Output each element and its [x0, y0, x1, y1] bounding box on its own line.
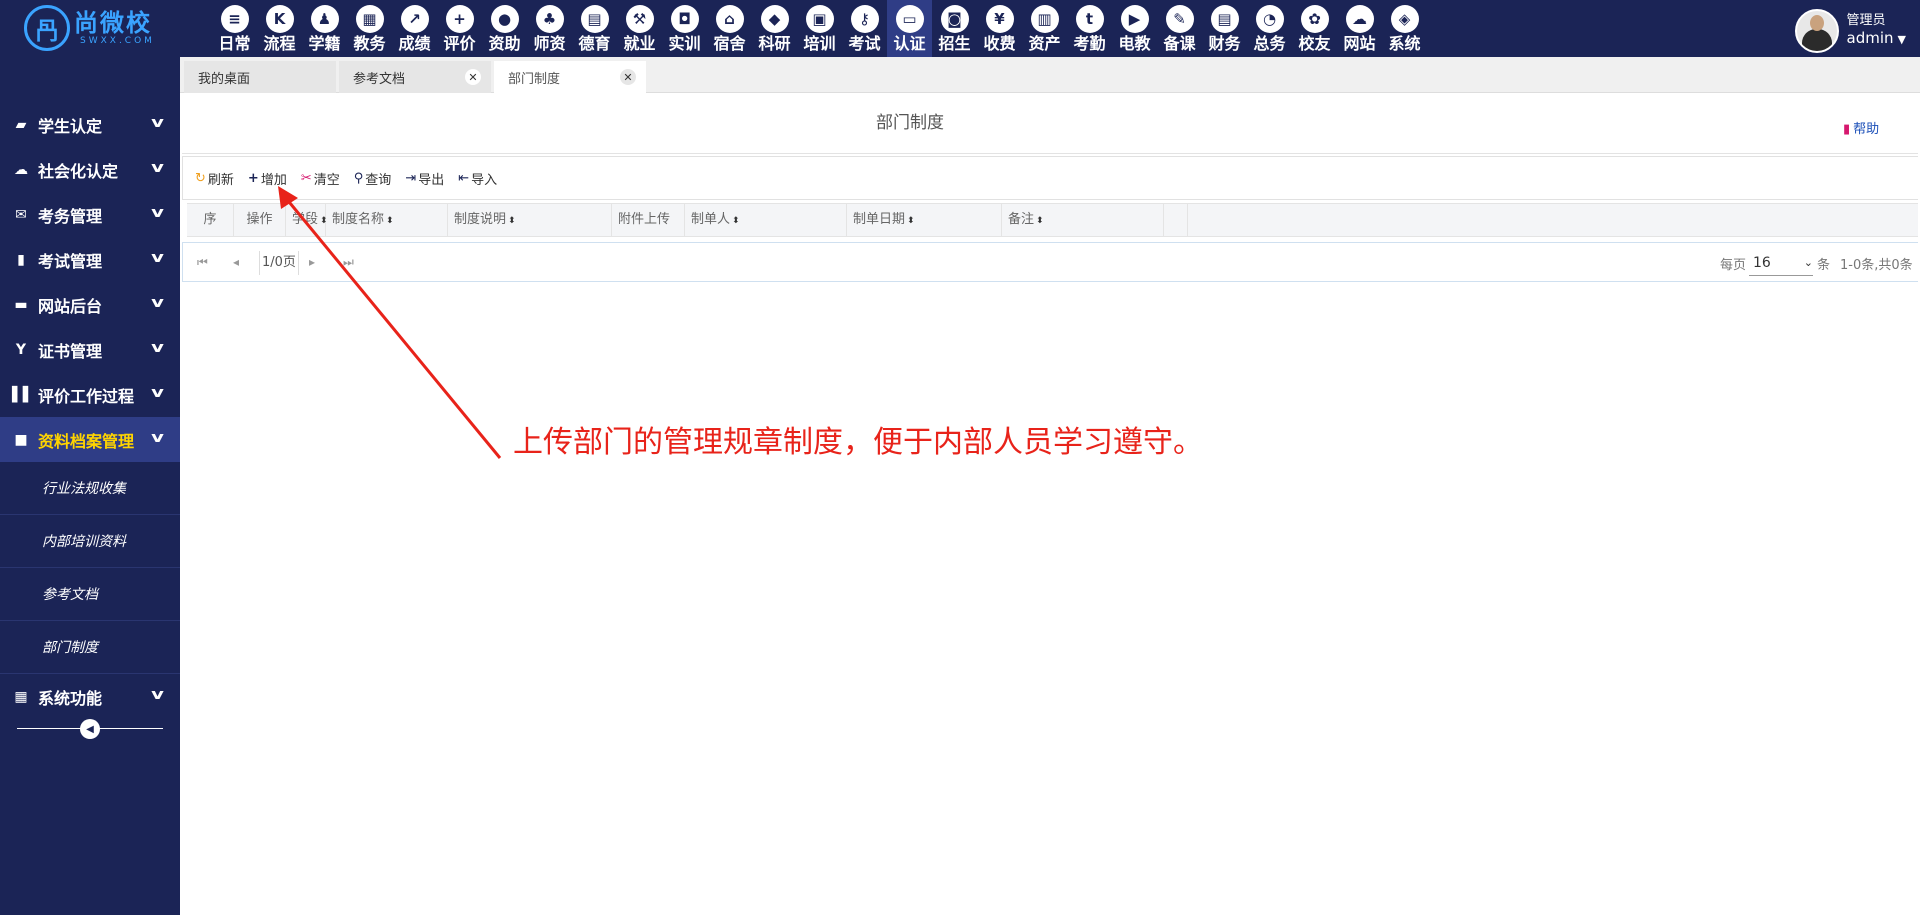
arrow-head	[278, 186, 298, 209]
annotation-text: 上传部门的管理规章制度，便于内部人员学习遵守。	[513, 425, 1203, 460]
arrow-line	[283, 196, 502, 459]
